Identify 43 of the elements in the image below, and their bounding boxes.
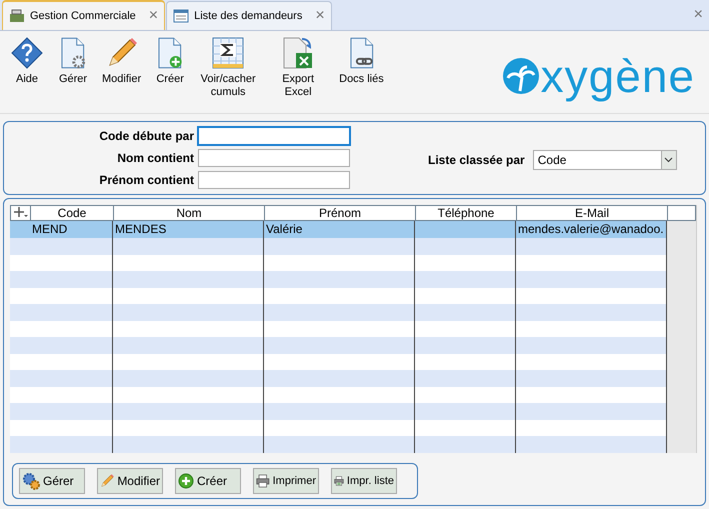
table-row[interactable]: MEND MENDES Valérie mendes.valerie@wanadoo. [10, 221, 667, 238]
logo: xygène [500, 49, 695, 104]
toolbar-button[interactable]: Voir/cacher cumuls [193, 37, 264, 100]
plus-icon [178, 473, 194, 489]
field-label: Nom contient [116, 151, 194, 166]
action-button[interactable]: Imprimer [253, 468, 319, 494]
document-gear-icon [60, 37, 86, 70]
add-column-icon[interactable] [14, 206, 28, 218]
palm-circle-icon [500, 57, 541, 96]
tab-label: Gestion Commerciale [30, 10, 136, 22]
input-field[interactable] [198, 171, 350, 190]
help-icon [11, 37, 43, 70]
spreadsheet-export-icon [282, 37, 314, 70]
toolbar-button[interactable]: Gérer [50, 37, 96, 86]
gears-icon [22, 472, 40, 490]
action-button[interactable]: Impr. liste [331, 468, 397, 494]
input-field[interactable] [198, 149, 350, 168]
toolbar-button[interactable]: Modifier [96, 37, 148, 86]
toolbar-button[interactable]: Créer [147, 37, 194, 86]
action-button[interactable]: Créer [175, 468, 241, 494]
action-button[interactable]: Modifier [97, 468, 163, 494]
close-icon[interactable]: × [315, 7, 325, 26]
field-label: Code débute par [98, 129, 194, 144]
list-window-icon [173, 9, 190, 24]
input-field[interactable] [198, 127, 350, 146]
printer-icon [256, 472, 270, 490]
caret-icon [664, 157, 674, 164]
tab[interactable]: Liste des demandeurs × [166, 1, 332, 30]
toolbar-button[interactable]: Export Excel [263, 37, 334, 100]
field-label: Liste classée par [428, 153, 525, 168]
tab[interactable]: Gestion Commerciale × [2, 0, 166, 30]
cash-register-icon [9, 9, 25, 24]
close-icon[interactable]: × [694, 6, 703, 24]
field-label: Prénom contient [98, 173, 194, 188]
close-icon[interactable]: × [148, 7, 158, 26]
document-plus-icon [157, 37, 183, 70]
document-link-icon [348, 37, 374, 70]
toolbar-button[interactable]: Docs liés [333, 37, 390, 86]
sort-dropdown[interactable]: Code [532, 150, 677, 170]
action-button[interactable]: Gérer [19, 468, 85, 494]
toolbar-button[interactable]: Aide [4, 37, 50, 86]
sigma-grid-icon [212, 37, 244, 70]
tab-label: Liste des demandeurs [194, 10, 302, 22]
